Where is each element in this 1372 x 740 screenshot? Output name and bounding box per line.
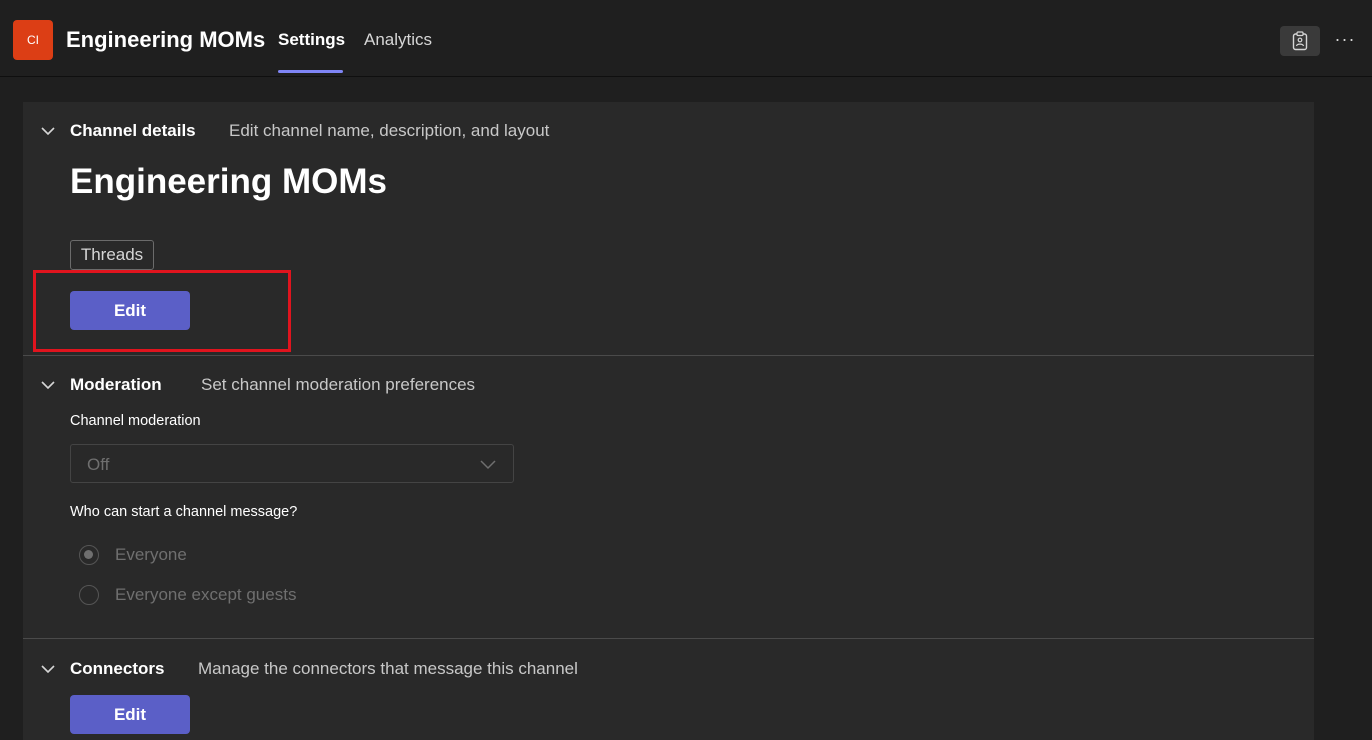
channel-details-header[interactable]: Channel details Edit channel name, descr… [23,116,1314,146]
section-title-connectors: Connectors [70,659,165,678]
more-options-icon[interactable]: ··· [1333,26,1357,56]
edit-connectors-button[interactable]: Edit [70,695,190,734]
section-desc-connectors: Manage the connectors that message this … [198,659,578,678]
settings-panel: Channel details Edit channel name, descr… [23,102,1314,740]
section-desc-moderation: Set channel moderation preferences [201,375,476,394]
channel-moderation-label: Channel moderation [70,413,201,429]
divider [23,355,1314,356]
clipboard-icon [1292,31,1308,51]
top-bar: CI Engineering MOMs Settings Analytics ·… [0,0,1372,77]
tab-analytics[interactable]: Analytics [364,30,432,50]
chevron-down-icon[interactable] [39,376,57,394]
channel-name-display: Engineering MOMs [70,162,387,201]
connectors-header[interactable]: Connectors Manage the connectors that me… [23,654,1314,684]
radio-button[interactable] [79,585,99,605]
divider [23,638,1314,639]
dropdown-value: Off [87,455,110,474]
radio-label: Everyone [115,545,187,564]
who-can-start-label: Who can start a channel message? [70,504,298,520]
meeting-notes-button[interactable] [1280,26,1320,56]
channel-title: Engineering MOMs [66,27,266,52]
active-tab-indicator [278,70,343,73]
layout-chip: Threads [70,240,154,270]
section-title-moderation: Moderation [70,375,162,394]
chevron-down-icon[interactable] [39,660,57,678]
highlight-box [33,270,291,352]
section-desc-channel-details: Edit channel name, description, and layo… [229,121,550,140]
tab-settings[interactable]: Settings [278,30,345,50]
radio-label: Everyone except guests [115,585,297,604]
section-title-channel-details: Channel details [70,121,196,140]
chevron-down-icon [480,460,496,470]
chevron-down-icon[interactable] [39,122,57,140]
team-avatar[interactable]: CI [13,20,53,60]
channel-moderation-dropdown[interactable]: Off [70,444,514,483]
radio-button[interactable] [79,545,99,565]
moderation-header[interactable]: Moderation Set channel moderation prefer… [23,370,1314,400]
